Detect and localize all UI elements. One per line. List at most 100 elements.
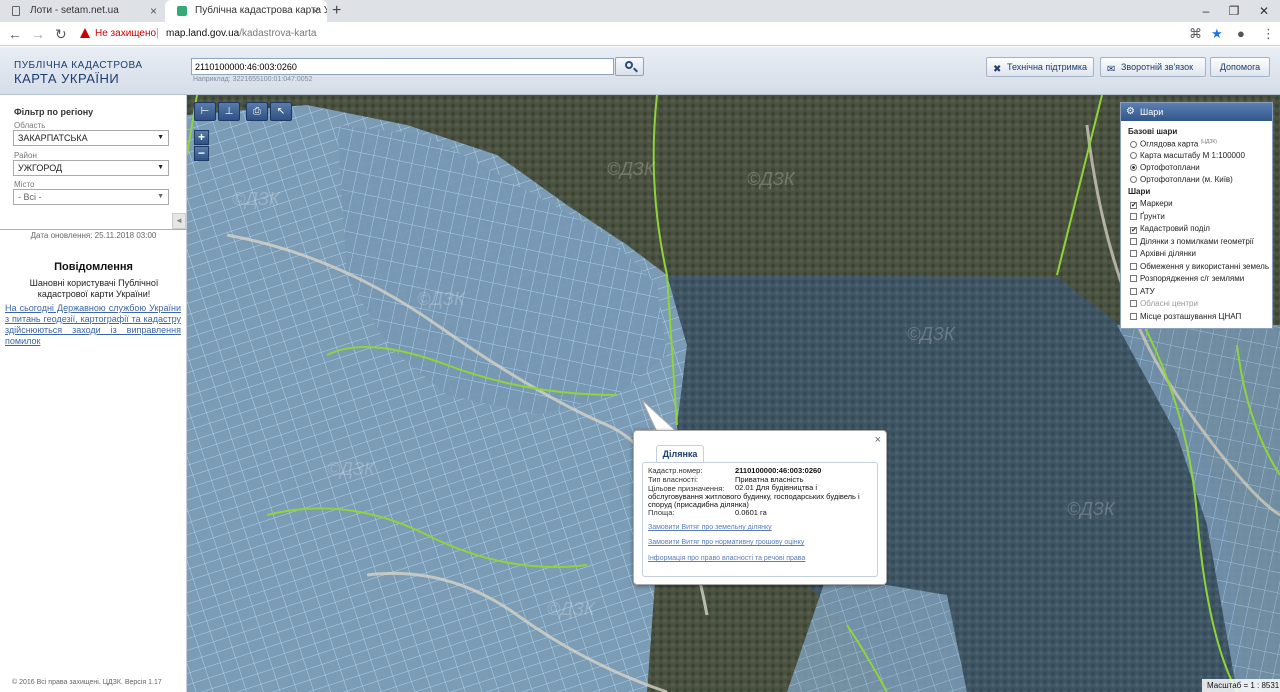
rayon-label: Район <box>14 151 37 160</box>
checkbox[interactable] <box>1130 275 1137 282</box>
misto-select[interactable]: - Всі - ▼ <box>13 189 169 205</box>
search-button[interactable] <box>615 57 644 76</box>
layer-agri-land[interactable]: Розпорядження с/г землями <box>1130 274 1244 283</box>
close-tab-icon[interactable]: × <box>312 0 319 22</box>
checkbox-checked[interactable]: ✔ <box>1130 227 1137 234</box>
cadastre-search-input[interactable] <box>191 58 614 75</box>
oblast-select[interactable]: ЗАКАРПАТСЬКА ▼ <box>13 130 169 146</box>
watermark: ©ДЗК <box>327 459 376 479</box>
back-icon[interactable]: ← <box>8 25 22 43</box>
envelope-icon: ✉ <box>1107 64 1116 75</box>
account-icon[interactable]: ● <box>1237 26 1245 41</box>
tech-support-button[interactable]: ✖ Технічна підтримка <box>986 57 1094 77</box>
maximize-icon[interactable]: ❐ <box>1219 0 1249 22</box>
zoom-in-button[interactable]: + <box>194 130 209 145</box>
order-parcel-extract-link[interactable]: Замовити Витяг про земельну ділянку <box>648 524 772 531</box>
checkbox[interactable] <box>1130 312 1137 320</box>
layers-title: Шари <box>1140 107 1164 117</box>
feedback-button[interactable]: ✉ Зворотній зв'язок <box>1100 57 1206 77</box>
base-layer-100k[interactable]: Карта масштабу М 1:100000 <box>1130 151 1245 160</box>
radio-button[interactable] <box>1130 176 1137 183</box>
browser-tab-cadastre[interactable]: Публічна кадастрова карта Укр × <box>165 0 327 22</box>
tab-parcel[interactable]: Ділянка <box>656 445 704 463</box>
close-tab-icon[interactable]: × <box>150 0 157 22</box>
print-icon[interactable]: ⎙ <box>246 102 268 121</box>
close-window-icon[interactable]: ✕ <box>1249 0 1279 22</box>
minimize-icon[interactable]: – <box>1191 0 1221 22</box>
measure-area-button[interactable]: ⊥ <box>218 102 240 121</box>
divider <box>0 229 187 230</box>
help-button[interactable]: Допомога <box>1210 57 1270 77</box>
site-favicon-icon <box>177 6 187 16</box>
layers-header[interactable]: ⚙ Шари <box>1121 103 1272 121</box>
tools-icon: ✖ <box>993 64 1002 75</box>
not-secure-label[interactable]: Не захищено <box>95 28 156 39</box>
new-tab-icon[interactable]: + <box>332 0 341 22</box>
checkbox[interactable] <box>1130 212 1137 220</box>
forward-icon[interactable]: → <box>31 25 45 43</box>
parcel-info-popup: × Ділянка Кадастр.номер: 2110100000:46:0… <box>633 430 887 585</box>
layer-markers[interactable]: ✔ Маркери <box>1130 199 1173 209</box>
logo-line-2: КАРТА УКРАЇНИ <box>14 71 120 86</box>
reload-icon[interactable]: ↻ <box>55 25 67 43</box>
message-link[interactable]: На сьогодні Державною службою України з … <box>5 303 181 347</box>
checkbox[interactable] <box>1130 250 1137 257</box>
warning-icon <box>80 28 90 38</box>
collapse-sidebar-button[interactable]: ◄ <box>172 213 186 229</box>
area-label: Площа: <box>648 508 675 517</box>
layer-cadastral-division[interactable]: ✔ Кадастровий поділ <box>1130 224 1210 234</box>
layer-geometry-errors[interactable]: Ділянки з помилками геометрії <box>1130 237 1254 246</box>
overlay-layers-title: Шари <box>1128 187 1151 196</box>
browser-tab-setam[interactable]: Лоти - setam.net.ua × <box>0 0 165 22</box>
sidebar: Фільтр по регіону Область ЗАКАРПАТСЬКА ▼ … <box>0 95 187 692</box>
misto-label: Місто <box>14 180 35 189</box>
bookmark-star-icon[interactable]: ★ <box>1211 26 1223 42</box>
url-separator: | <box>156 27 159 39</box>
checkbox[interactable] <box>1130 237 1137 245</box>
layer-soils[interactable]: Ґрунти <box>1130 212 1165 221</box>
order-valuation-extract-link[interactable]: Замовити Витяг про нормативну грошову оц… <box>648 539 804 546</box>
menu-icon[interactable]: ⋮ <box>1262 26 1275 42</box>
base-layers-title: Базові шари <box>1128 127 1178 136</box>
ownership-label: Тип власності: <box>648 475 698 484</box>
chevron-down-icon: ▼ <box>157 134 164 141</box>
url-field[interactable]: map.land.gov.ua/kadastrova-karta <box>166 28 316 39</box>
tech-support-label: Технічна підтримка <box>1007 62 1088 72</box>
rayon-select[interactable]: УЖГОРОД ▼ <box>13 160 169 176</box>
message-title: Повідомлення <box>54 261 133 273</box>
identify-cursor-icon[interactable]: ↖ <box>270 102 292 121</box>
layer-land-restrictions[interactable]: Обмеження у використанні земель <box>1130 262 1269 271</box>
base-layer-overview[interactable]: Оглядова карта (ЦДЗК) <box>1130 139 1217 149</box>
watermark: ©ДЗК <box>1067 499 1116 519</box>
base-layer-orthophoto[interactable]: Ортофотоплани <box>1130 163 1200 172</box>
update-date: Дата оновлення: 25.11.2018 03:00 <box>30 231 157 240</box>
search-example: Наприклад: 3221655100:01:047:0052 <box>193 76 313 83</box>
zoom-out-button[interactable]: − <box>194 146 209 161</box>
layers-panel: ⚙ Шари Базові шари Оглядова карта (ЦДЗК)… <box>1120 102 1273 329</box>
radio-button[interactable] <box>1130 140 1137 148</box>
chevron-down-icon: ▼ <box>157 193 164 200</box>
layer-archive-parcels[interactable]: Архівні ділянки <box>1130 249 1196 258</box>
base-layer-orthophoto-kyiv[interactable]: Ортофотоплани (м. Київ) <box>1130 175 1233 184</box>
map-canvas[interactable]: ©ДЗК ©ДЗК ©ДЗК ©ДЗК ©ДЗК ©ДЗК ©ДЗК ©ДЗК … <box>187 95 1280 692</box>
scale-indicator: Масштаб = 1 : 8531 <box>1202 679 1280 692</box>
logo-line-1: ПУБЛІЧНА КАДАСТРОВА <box>14 60 143 71</box>
radio-button[interactable] <box>1130 152 1137 159</box>
layer-atu[interactable]: АТУ <box>1130 287 1155 296</box>
url-host: map.land.gov.ua <box>166 28 240 39</box>
cadastral-number-value: 2110100000:46:003:0260 <box>735 466 822 475</box>
parcel-info-body: Кадастр.номер: 2110100000:46:003:0260 Ти… <box>642 462 878 577</box>
checkbox[interactable] <box>1130 287 1137 295</box>
checkbox[interactable] <box>1130 262 1137 270</box>
cadastral-number-label: Кадастр.номер: <box>648 466 703 475</box>
checkbox-checked[interactable]: ✔ <box>1130 202 1137 209</box>
misto-value: - Всі - <box>18 192 42 202</box>
layer-cnap-location[interactable]: Місце розташування ЦНАП <box>1130 312 1241 321</box>
close-icon[interactable]: × <box>875 434 881 446</box>
layer-regional-centers[interactable]: Обласні центри <box>1130 299 1198 308</box>
measure-distance-button[interactable]: ⊢ <box>194 102 216 121</box>
ownership-info-link[interactable]: Інформація про право власності та речові… <box>648 555 805 562</box>
translate-icon[interactable]: ⌘ <box>1189 26 1202 42</box>
checkbox[interactable] <box>1130 300 1137 307</box>
radio-button-selected[interactable] <box>1130 164 1137 171</box>
